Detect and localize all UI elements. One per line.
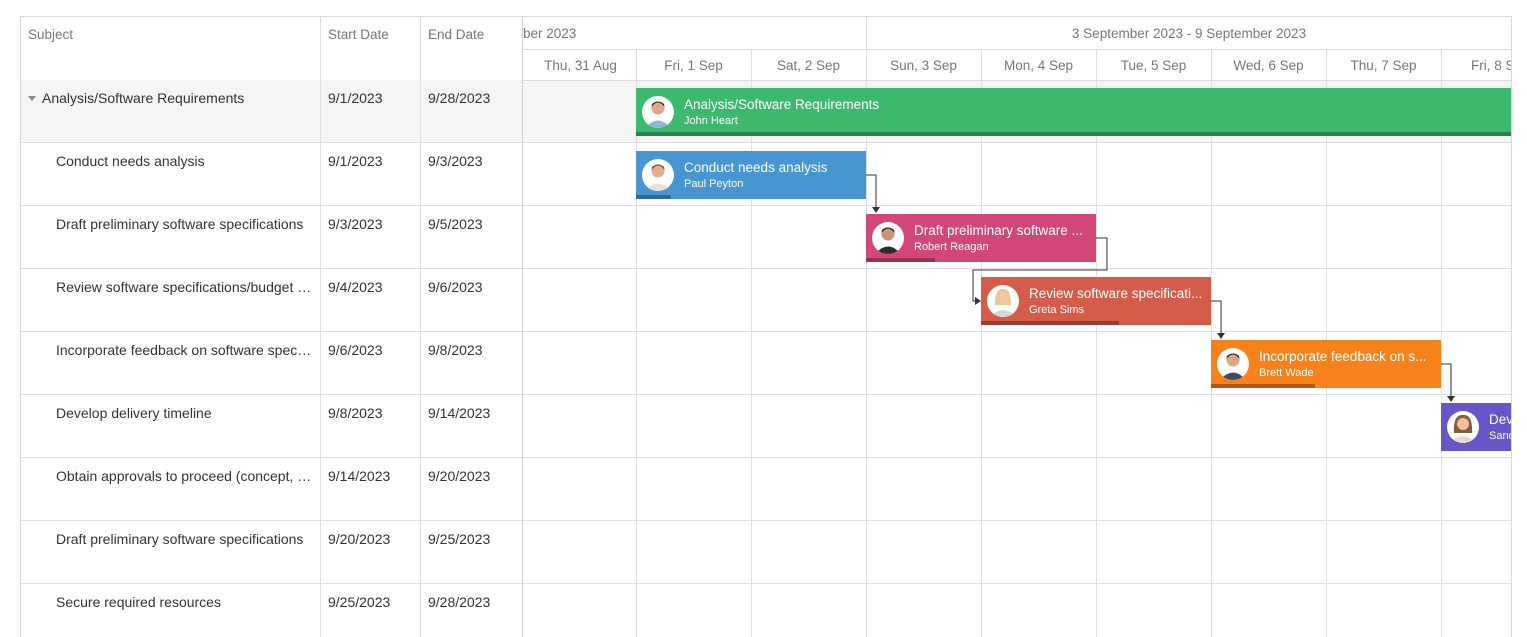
table-row[interactable]: Draft preliminary software specification… (21, 206, 522, 269)
task-bar-summary[interactable]: Analysis/Software Requirements John Hear… (636, 88, 1511, 136)
table-row[interactable]: Obtain approvals to proceed (concept, ti… (21, 458, 522, 521)
row-start-date: 9/14/2023 (328, 468, 391, 484)
row-end-date: 9/3/2023 (428, 153, 483, 169)
table-row[interactable]: Incorporate feedback on software specifi… (21, 332, 522, 395)
row-subject: Draft preliminary software specification… (56, 531, 304, 547)
user-avatar-icon (987, 285, 1019, 317)
task-title: Incorporate feedback on s... (1259, 349, 1427, 364)
row-subject: Develop delivery timeline (56, 405, 212, 421)
task-progress (636, 195, 671, 199)
task-title: Draft preliminary software ... (914, 223, 1083, 238)
day-label: Thu, 31 Aug (544, 58, 617, 73)
row-end-date: 9/28/2023 (428, 90, 491, 106)
task-bar[interactable]: Conduct needs analysis Paul Peyton (636, 151, 866, 199)
task-title: Develop delivery timeline (1489, 412, 1511, 427)
user-avatar-icon (1447, 411, 1479, 443)
row-start-date: 9/3/2023 (328, 216, 383, 232)
row-subject: Analysis/Software Requirements (42, 90, 245, 106)
row-start-date: 9/25/2023 (328, 594, 391, 610)
task-progress (866, 258, 935, 262)
day-label: Fri, 1 Sep (664, 58, 723, 73)
row-start-date: 9/20/2023 (328, 531, 391, 547)
table-row[interactable]: Secure required resources 9/25/2023 9/28… (21, 584, 522, 637)
task-bar[interactable]: Draft preliminary software ... Robert Re… (866, 214, 1096, 262)
user-avatar-icon (642, 96, 674, 128)
task-grid: Subject Start Date End Date Analysis/Sof… (21, 17, 523, 637)
row-end-date: 9/6/2023 (428, 279, 483, 295)
task-resource: Robert Reagan (914, 241, 989, 253)
day-label: Mon, 4 Sep (1003, 58, 1074, 73)
user-avatar-icon (872, 222, 904, 254)
day-label: Sun, 3 Sep (890, 58, 957, 73)
row-subject: Obtain approvals to proceed (concept, ti… (56, 468, 314, 484)
task-resource: Paul Peyton (684, 178, 744, 190)
row-subject: Draft preliminary software specification… (56, 216, 304, 232)
column-header-subject[interactable]: Subject (21, 17, 321, 80)
row-end-date: 9/14/2023 (428, 405, 491, 421)
day-label: Sat, 2 Sep (776, 58, 841, 73)
row-start-date: 9/6/2023 (328, 342, 383, 358)
task-resource: John Heart (684, 115, 738, 127)
table-row[interactable]: Conduct needs analysis 9/1/2023 9/3/2023 (21, 143, 522, 206)
week-label: ber 2023 (523, 26, 577, 41)
task-resource: Sandra Johnson (1489, 430, 1511, 442)
row-subject: Review software specifications/budget w.… (56, 279, 314, 295)
task-bar[interactable]: Develop delivery timeline Sandra Johnson (1441, 403, 1511, 451)
column-header-end-date[interactable]: End Date (421, 17, 522, 80)
table-row[interactable]: Review software specifications/budget w.… (21, 269, 522, 332)
table-row[interactable]: Draft preliminary software specification… (21, 521, 522, 584)
task-progress (636, 132, 1511, 136)
table-row[interactable]: Develop delivery timeline 9/8/2023 9/14/… (21, 395, 522, 458)
task-bar[interactable]: Review software specificati... Greta Sim… (981, 277, 1211, 325)
week-label: 3 September 2023 - 9 September 2023 (866, 17, 1511, 49)
row-subject: Secure required resources (56, 594, 221, 610)
row-start-date: 9/8/2023 (328, 405, 383, 421)
task-title: Review software specificati... (1029, 286, 1203, 301)
grid-header: Subject Start Date End Date (21, 17, 522, 81)
task-progress (981, 321, 1119, 325)
day-scale-header: Thu, 31 Aug Fri, 1 Sep Sat, 2 Sep Sun, 3… (523, 49, 1511, 81)
caret-down-icon[interactable] (28, 96, 36, 101)
row-end-date: 9/25/2023 (428, 531, 491, 547)
column-header-start-date[interactable]: Start Date (321, 17, 421, 80)
row-end-date: 9/20/2023 (428, 468, 491, 484)
column-divider[interactable] (320, 17, 321, 80)
task-bar[interactable]: Incorporate feedback on s... Brett Wade (1211, 340, 1441, 388)
day-label: Thu, 7 Sep (1350, 58, 1417, 73)
row-start-date: 9/1/2023 (328, 153, 383, 169)
day-label: Fri, 8 Sep (1471, 58, 1511, 73)
row-subject: Incorporate feedback on software specifi… (56, 342, 314, 358)
task-title: Analysis/Software Requirements (684, 97, 880, 112)
day-label: Wed, 6 Sep (1233, 58, 1304, 73)
user-avatar-icon (642, 159, 674, 191)
table-row[interactable]: Analysis/Software Requirements 9/1/2023 … (21, 80, 522, 143)
task-title: Conduct needs analysis (684, 160, 828, 175)
row-start-date: 9/4/2023 (328, 279, 383, 295)
column-divider[interactable] (420, 17, 421, 80)
week-scale-header: ber 2023 3 September 2023 - 9 September … (523, 17, 1511, 50)
task-resource: Brett Wade (1259, 367, 1314, 379)
row-end-date: 9/5/2023 (428, 216, 483, 232)
task-progress (1211, 384, 1315, 388)
day-label: Tue, 5 Sep (1120, 58, 1187, 73)
row-end-date: 9/8/2023 (428, 342, 483, 358)
row-subject: Conduct needs analysis (56, 153, 205, 169)
user-avatar-icon (1217, 348, 1249, 380)
task-resource: Greta Sims (1029, 304, 1085, 316)
gantt-widget: Subject Start Date End Date Analysis/Sof… (20, 16, 1512, 637)
row-end-date: 9/28/2023 (428, 594, 491, 610)
row-start-date: 9/1/2023 (328, 90, 383, 106)
gantt-chart: ber 2023 3 September 2023 - 9 September … (523, 17, 1511, 637)
